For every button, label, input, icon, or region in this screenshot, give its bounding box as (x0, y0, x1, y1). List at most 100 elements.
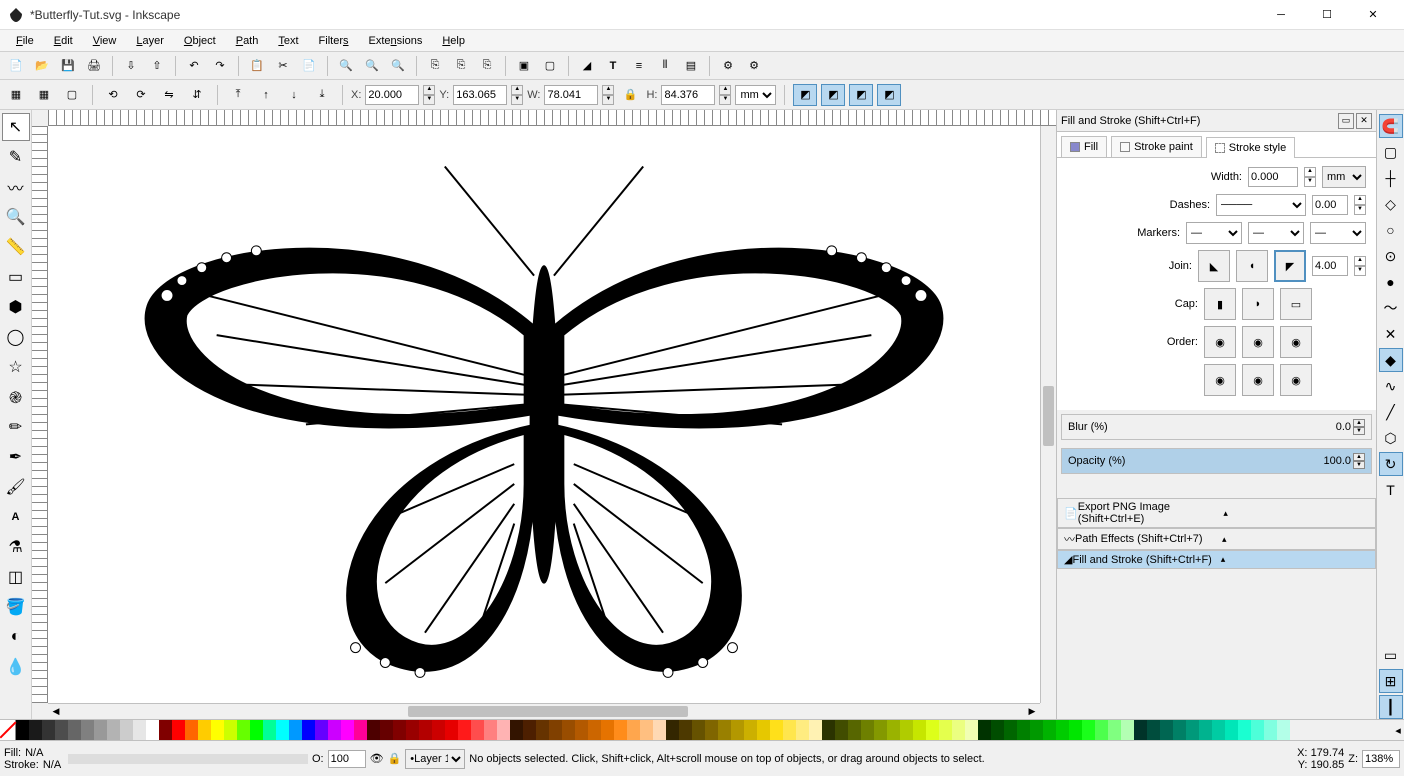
swatch[interactable] (406, 720, 419, 740)
star-tool[interactable]: ☆ (2, 353, 30, 381)
menu-view[interactable]: View (83, 33, 127, 49)
align-dialog-icon[interactable]: ⫴ (653, 54, 677, 78)
swatch[interactable] (1056, 720, 1069, 740)
swatch[interactable] (588, 720, 601, 740)
group-icon[interactable]: ▣ (512, 54, 536, 78)
swatch[interactable] (263, 720, 276, 740)
menu-path[interactable]: Path (226, 33, 269, 49)
snap-center-icon[interactable]: ⊙ (1379, 244, 1403, 268)
swatch[interactable] (419, 720, 432, 740)
swatch[interactable] (549, 720, 562, 740)
swatch[interactable] (354, 720, 367, 740)
y-up[interactable]: ▲ (511, 85, 523, 95)
gradient-tool[interactable]: ◐ (2, 623, 30, 651)
dock-export-png[interactable]: 📄 Export PNG Image (Shift+Ctrl+E)▴ (1057, 498, 1376, 528)
swatch[interactable] (1004, 720, 1017, 740)
print-icon[interactable]: 🖨 (82, 54, 106, 78)
swatch[interactable] (68, 720, 81, 740)
swatch[interactable] (1238, 720, 1251, 740)
swatch[interactable] (640, 720, 653, 740)
swatch[interactable] (614, 720, 627, 740)
vertical-scrollbar[interactable] (1040, 126, 1056, 703)
swatch[interactable] (146, 720, 159, 740)
deselect-icon[interactable]: ▢ (60, 83, 84, 107)
swatch[interactable] (1108, 720, 1121, 740)
snap-rotation-icon[interactable]: ↻ (1379, 452, 1403, 476)
swatch[interactable] (900, 720, 913, 740)
3dbox-tool[interactable]: ⬢ (2, 293, 30, 321)
flip-v-icon[interactable]: ⇵ (185, 83, 209, 107)
node-tool[interactable]: ✎ (2, 143, 30, 171)
swatch[interactable] (1186, 720, 1199, 740)
dock-fill-stroke[interactable]: ◢ Fill and Stroke (Shift+Ctrl+F)▴ (1057, 550, 1376, 569)
new-doc-icon[interactable]: 📄 (4, 54, 28, 78)
width-unit-select[interactable]: mm (1322, 166, 1366, 188)
swatch[interactable] (120, 720, 133, 740)
paste-icon[interactable]: 📄 (297, 54, 321, 78)
order-2-icon[interactable]: ◉ (1242, 326, 1274, 358)
zoom-selection-icon[interactable]: 🔍 (334, 54, 358, 78)
h-input[interactable] (661, 85, 715, 105)
maximize-button[interactable]: ☐ (1304, 0, 1350, 30)
dashes-offset-input[interactable] (1312, 195, 1348, 215)
swatch[interactable] (367, 720, 380, 740)
x-input[interactable] (365, 85, 419, 105)
x-down[interactable]: ▼ (423, 95, 435, 105)
swatch[interactable] (796, 720, 809, 740)
swatch[interactable] (29, 720, 42, 740)
close-button[interactable]: ✕ (1350, 0, 1396, 30)
prefs-icon[interactable]: ⚙ (716, 54, 740, 78)
affect-pattern-toggle[interactable]: ◩ (877, 84, 901, 106)
marker-end-select[interactable]: — (1310, 222, 1366, 244)
lock-toggle-icon[interactable]: 🔒 (388, 752, 402, 765)
hscroll-left[interactable]: ◀ (48, 704, 64, 719)
swatch[interactable] (393, 720, 406, 740)
menu-edit[interactable]: Edit (44, 33, 83, 49)
swatch[interactable] (887, 720, 900, 740)
swatch[interactable] (1069, 720, 1082, 740)
order-4-icon[interactable]: ◉ (1204, 364, 1236, 396)
swatch[interactable] (302, 720, 315, 740)
ellipse-tool[interactable]: ◯ (2, 323, 30, 351)
bucket-tool[interactable]: 🪣 (2, 593, 30, 621)
width-input[interactable] (1248, 167, 1298, 187)
h-down[interactable]: ▼ (719, 95, 731, 105)
measure-tool[interactable]: 📏 (2, 233, 30, 261)
tab-fill[interactable]: Fill (1061, 136, 1107, 157)
cap-round-icon[interactable]: ◗ (1242, 288, 1274, 320)
menu-extensions[interactable]: Extensions (359, 33, 433, 49)
swatch[interactable] (874, 720, 887, 740)
swatch[interactable] (835, 720, 848, 740)
snap-path-icon[interactable]: 〜 (1379, 296, 1403, 320)
raise-top-icon[interactable]: ⤒ (226, 83, 250, 107)
snap-text-icon[interactable]: T (1379, 478, 1403, 502)
order-1-icon[interactable]: ◉ (1204, 326, 1236, 358)
export-icon[interactable]: ⇧ (145, 54, 169, 78)
swatch[interactable] (783, 720, 796, 740)
dock-minimize-icon[interactable]: ▭ (1338, 113, 1354, 129)
snap-enable-icon[interactable]: 🧲 (1379, 114, 1403, 138)
save-icon[interactable]: 💾 (56, 54, 80, 78)
swatch[interactable] (198, 720, 211, 740)
swatch[interactable] (172, 720, 185, 740)
swatch[interactable] (224, 720, 237, 740)
text-tool[interactable]: A (2, 503, 30, 531)
snap-midpoint-icon[interactable]: ○ (1379, 218, 1403, 242)
marker-mid-select[interactable]: — (1248, 222, 1304, 244)
zoom-tool[interactable]: 🔍 (2, 203, 30, 231)
swatch[interactable] (380, 720, 393, 740)
swatch[interactable] (81, 720, 94, 740)
zoom-input[interactable] (1362, 750, 1400, 768)
swatch[interactable] (965, 720, 978, 740)
swatch[interactable] (185, 720, 198, 740)
ruler-vertical[interactable] (32, 126, 48, 703)
swatch[interactable] (627, 720, 640, 740)
x-up[interactable]: ▲ (423, 85, 435, 95)
join-miter-icon[interactable]: ◣ (1198, 250, 1230, 282)
no-color-swatch[interactable] (0, 720, 16, 740)
flip-h-icon[interactable]: ⇋ (157, 83, 181, 107)
cap-butt-icon[interactable]: ▮ (1204, 288, 1236, 320)
unlink-clone-icon[interactable]: ⎘ (475, 54, 499, 78)
snap-line-icon[interactable]: ╱ (1379, 400, 1403, 424)
swatch[interactable] (1160, 720, 1173, 740)
